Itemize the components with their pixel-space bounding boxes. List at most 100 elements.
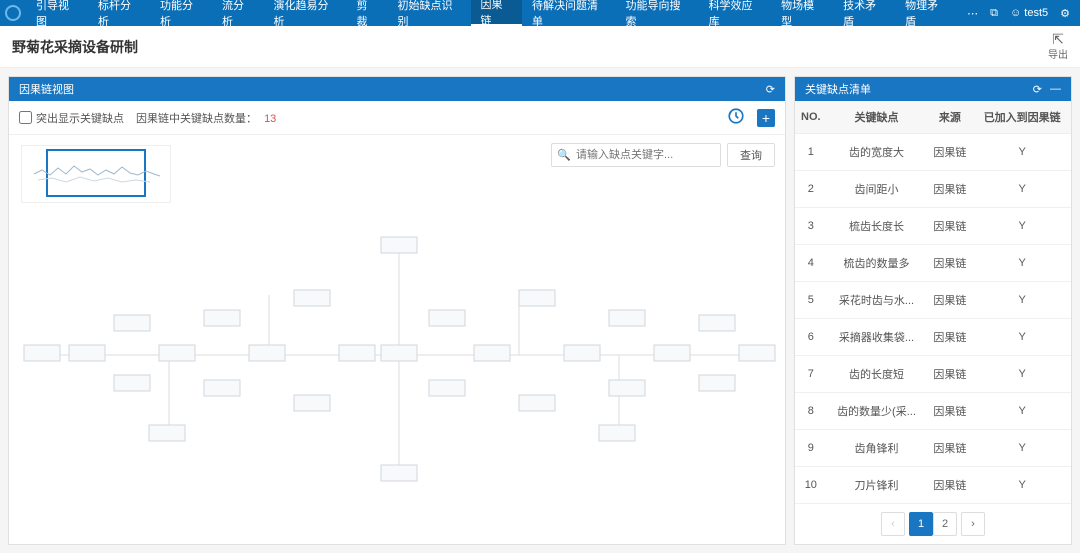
cell-source: 因果链 [926, 319, 973, 356]
highlight-checkbox[interactable]: 突出显示关键缺点 [19, 110, 124, 126]
highlight-label: 突出显示关键缺点 [36, 110, 124, 126]
search-button[interactable]: 查询 [727, 143, 775, 167]
nav-item[interactable]: 标杆分析 [88, 0, 150, 26]
cell-no: 4 [795, 245, 827, 282]
col-source: 来源 [926, 101, 973, 134]
add-button[interactable]: + [757, 109, 775, 127]
top-navbar: 引导视图标杆分析功能分析流分析演化趋易分析剪裁初始缺点识别因果链待解决问题清单功… [0, 0, 1080, 26]
table-row[interactable]: 8齿的数量少(采...因果链Y [795, 393, 1071, 430]
cell-defect: 齿间距小 [827, 171, 927, 208]
minimap[interactable] [21, 145, 171, 203]
col-added: 已加入到因果链 [973, 101, 1071, 134]
cell-defect: 齿的数量少(采... [827, 393, 927, 430]
cell-no: 7 [795, 356, 827, 393]
cell-source: 因果链 [926, 134, 973, 171]
nav-item[interactable]: 初始缺点识别 [388, 0, 471, 26]
cell-no: 5 [795, 282, 827, 319]
table-row[interactable]: 9齿角锋利因果链Y [795, 430, 1071, 467]
menu-dots-icon[interactable]: ⋯ [967, 7, 978, 20]
cell-added: Y [973, 282, 1071, 319]
search-input[interactable] [551, 143, 721, 167]
pagination-next[interactable]: › [961, 512, 985, 536]
cell-added: Y [973, 319, 1071, 356]
refresh-icon[interactable]: ⟳ [766, 83, 775, 96]
right-panel-header: 关键缺点清单 ⟳ — [795, 77, 1071, 101]
topnav-right: ⋯ ⧉ ☺ test5 ⚙ [957, 0, 1080, 26]
cell-no: 2 [795, 171, 827, 208]
cell-defect: 刀片锋利 [827, 467, 927, 504]
cell-defect: 齿的宽度大 [827, 134, 927, 171]
nav-item[interactable]: 演化趋易分析 [264, 0, 347, 26]
causal-chain-panel: 因果链视图 ⟳ 突出显示关键缺点 因果链中关键缺点数量： 13 + � [8, 76, 786, 545]
pagination-prev[interactable]: ‹ [881, 512, 905, 536]
nav-item[interactable]: 剪裁 [347, 0, 388, 26]
defects-table-wrap: NO. 关键缺点 来源 已加入到因果链 1齿的宽度大因果链Y2齿间距小因果链Y3… [795, 101, 1071, 504]
cell-defect: 梳齿的数量多 [827, 245, 927, 282]
export-icon: ⇱ [1048, 32, 1068, 46]
user-label[interactable]: ☺ test5 [1010, 7, 1048, 19]
app-logo [0, 0, 26, 26]
page-title: 野菊花采摘设备研制 [12, 37, 138, 57]
title-bar: 野菊花采摘设备研制 ⇱ 导出 [0, 26, 1080, 68]
collapse-icon[interactable]: — [1050, 83, 1061, 95]
user-name: test5 [1024, 7, 1048, 19]
table-row[interactable]: 4梳齿的数量多因果链Y [795, 245, 1071, 282]
cell-added: Y [973, 430, 1071, 467]
export-label: 导出 [1048, 46, 1068, 61]
table-row[interactable]: 5采花时齿与水...因果链Y [795, 282, 1071, 319]
defect-count-value: 13 [264, 113, 276, 125]
cell-no: 3 [795, 208, 827, 245]
main-content: 因果链视图 ⟳ 突出显示关键缺点 因果链中关键缺点数量： 13 + � [0, 68, 1080, 553]
cell-added: Y [973, 393, 1071, 430]
cell-no: 1 [795, 134, 827, 171]
pagination-page[interactable]: 1 [909, 512, 933, 536]
cell-no: 9 [795, 430, 827, 467]
defects-table: NO. 关键缺点 来源 已加入到因果链 1齿的宽度大因果链Y2齿间距小因果链Y3… [795, 101, 1071, 504]
user-icon: ☺ [1010, 7, 1021, 19]
pagination: ‹ 12 › [795, 504, 1071, 544]
nav-item[interactable]: 物场模型 [771, 0, 833, 26]
cell-source: 因果链 [926, 393, 973, 430]
cell-source: 因果链 [926, 467, 973, 504]
left-toolbar: 突出显示关键缺点 因果链中关键缺点数量： 13 + [9, 101, 785, 135]
nav-item[interactable]: 因果链 [471, 0, 523, 26]
table-row[interactable]: 3梳齿长度长因果链Y [795, 208, 1071, 245]
nav-item[interactable]: 流分析 [212, 0, 264, 26]
copy-icon[interactable]: ⧉ [990, 7, 998, 20]
cell-defect: 齿角锋利 [827, 430, 927, 467]
table-row[interactable]: 6采摘器收集袋...因果链Y [795, 319, 1071, 356]
history-icon[interactable] [727, 107, 745, 128]
nav-item[interactable]: 待解决问题清单 [522, 0, 616, 26]
search-icon: 🔍 [557, 149, 571, 162]
nav-item[interactable]: 科学效应库 [699, 0, 772, 26]
pagination-page[interactable]: 2 [933, 512, 957, 536]
left-panel-header: 因果链视图 ⟳ [9, 77, 785, 101]
nav-item[interactable]: 引导视图 [26, 0, 88, 26]
key-defects-panel: 关键缺点清单 ⟳ — NO. 关键缺点 来源 已加入到因果链 1齿的宽度大因果链… [794, 76, 1072, 545]
nav-item[interactable]: 功能导向搜索 [616, 0, 699, 26]
col-defect: 关键缺点 [827, 101, 927, 134]
table-header-row: NO. 关键缺点 来源 已加入到因果链 [795, 101, 1071, 134]
nav-item[interactable]: 技术矛盾 [833, 0, 895, 26]
table-row[interactable]: 7齿的长度短因果链Y [795, 356, 1071, 393]
table-row[interactable]: 10刀片锋利因果链Y [795, 467, 1071, 504]
refresh-icon[interactable]: ⟳ [1033, 83, 1042, 96]
minimap-preview [32, 160, 162, 188]
cell-defect: 采摘器收集袋... [827, 319, 927, 356]
cell-source: 因果链 [926, 430, 973, 467]
cell-defect: 齿的长度短 [827, 356, 927, 393]
table-row[interactable]: 2齿间距小因果链Y [795, 171, 1071, 208]
settings-icon[interactable]: ⚙ [1060, 7, 1070, 20]
cell-no: 10 [795, 467, 827, 504]
nav-item[interactable]: 功能分析 [150, 0, 212, 26]
table-row[interactable]: 1齿的宽度大因果链Y [795, 134, 1071, 171]
export-button[interactable]: ⇱ 导出 [1048, 32, 1068, 61]
canvas-toolbar: 🔍 查询 [551, 143, 775, 167]
nav-items: 引导视图标杆分析功能分析流分析演化趋易分析剪裁初始缺点识别因果链待解决问题清单功… [26, 0, 957, 26]
nav-item[interactable]: 物理矛盾 [895, 0, 957, 26]
diagram-canvas[interactable]: 🔍 查询 [9, 135, 785, 544]
highlight-checkbox-input[interactable] [19, 111, 32, 124]
cell-added: Y [973, 171, 1071, 208]
cell-defect: 采花时齿与水... [827, 282, 927, 319]
right-panel-title: 关键缺点清单 [805, 81, 871, 97]
